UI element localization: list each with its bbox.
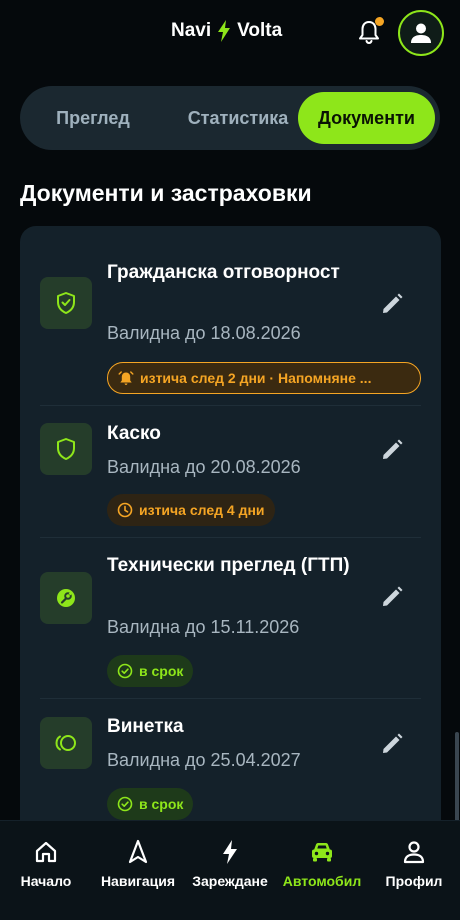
nav-label: Начало: [20, 873, 72, 889]
nav-profile[interactable]: Профил: [368, 839, 460, 889]
app-header: Navi Volta: [0, 0, 460, 66]
shield-icon: [40, 423, 92, 475]
alarm-icon: [118, 371, 134, 385]
divider: [40, 405, 421, 406]
badge-text: изтича след 2 дни · Напомняне ...: [140, 370, 372, 386]
nav-vehicle[interactable]: Автомобил: [276, 839, 368, 889]
nav-home[interactable]: Начало: [0, 839, 92, 889]
nav-label: Автомобил: [282, 873, 362, 889]
brand-name-right: Volta: [237, 20, 283, 41]
tab-statistics[interactable]: Статистика: [170, 92, 306, 144]
tab-overview[interactable]: Преглед: [36, 92, 150, 144]
car-icon: [312, 843, 332, 862]
bolt-icon: [218, 20, 231, 42]
brand-name-left: Navi: [171, 20, 212, 41]
divider: [40, 698, 421, 699]
document-validity: Валидна до 18.08.2026: [107, 323, 301, 343]
document-validity: Валидна до 15.11.2026: [107, 617, 300, 637]
edit-icon[interactable]: [380, 292, 404, 316]
check-circle-icon: [117, 663, 133, 679]
document-title: Винетка: [107, 716, 184, 737]
divider: [40, 537, 421, 538]
avatar-button[interactable]: [398, 10, 444, 56]
nav-label: Профил: [385, 873, 443, 889]
document-validity: Валидна до 25.04.2027: [107, 750, 301, 770]
nav-navigation[interactable]: Навигация: [92, 839, 184, 889]
navigation-icon: [128, 839, 148, 864]
document-title: Каско: [107, 423, 161, 444]
clock-icon: [117, 502, 133, 518]
notification-dot: [375, 17, 384, 26]
home-icon: [35, 841, 57, 863]
document-title: Гражданска отговорност: [107, 262, 340, 283]
nav-label: Навигация: [100, 873, 176, 889]
edit-icon[interactable]: [380, 438, 404, 462]
document-title: Технически преглед (ГТП): [107, 555, 350, 576]
edit-icon[interactable]: [380, 585, 404, 609]
badge-text: в срок: [139, 796, 184, 812]
user-icon: [403, 841, 425, 864]
bottom-navigation: Начало Навигация Зареждане Автомобил Про…: [0, 820, 460, 920]
shield-check-icon: [40, 277, 92, 329]
document-validity: Валидна до 20.08.2026: [107, 457, 301, 477]
user-icon: [411, 23, 431, 43]
edit-icon[interactable]: [380, 732, 404, 756]
status-badge: в срок: [107, 788, 194, 820]
segmented-tabs: Преглед Статистика Документи: [20, 86, 440, 150]
status-badge: в срок: [107, 655, 194, 687]
tab-documents[interactable]: Документи: [298, 92, 435, 144]
section-title: Документи и застраховки: [20, 180, 312, 206]
wrench-icon: [40, 572, 92, 624]
bolt-icon: [223, 840, 237, 864]
vignette-icon: [40, 717, 92, 769]
check-circle-icon: [117, 796, 133, 812]
badge-text: изтича след 4 дни: [139, 502, 265, 518]
badge-text: в срок: [139, 663, 184, 679]
documents-card: Гражданска отговорност Валидна до 18.08.…: [20, 226, 441, 846]
nav-charging[interactable]: Зареждане: [184, 839, 276, 889]
nav-label: Зареждане: [192, 873, 268, 889]
brand-logo: Navi Volta: [171, 20, 282, 42]
status-badge: изтича след 2 дни · Напомняне ...: [107, 362, 421, 394]
status-badge: изтича след 4 дни: [107, 494, 275, 526]
